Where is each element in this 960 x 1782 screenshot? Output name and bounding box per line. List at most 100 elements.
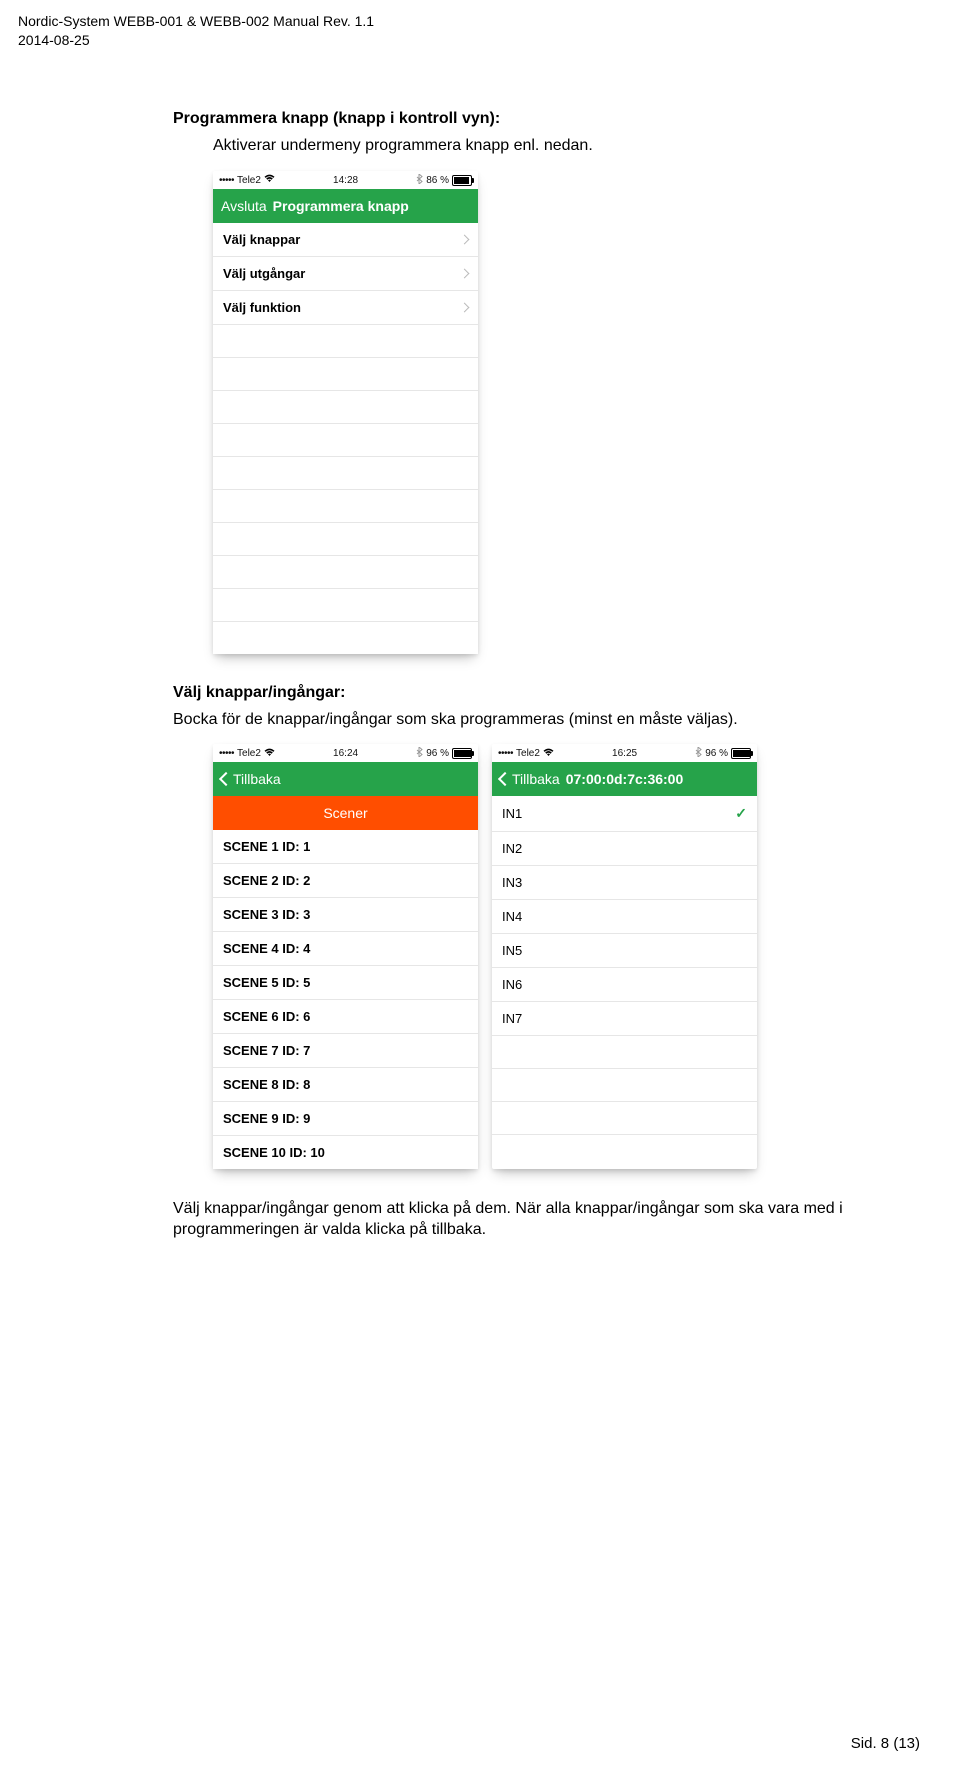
scene-row[interactable]: SCENE 2 ID: 2 [213,864,478,898]
check-icon: ✓ [735,805,747,822]
input-label: IN3 [502,875,522,890]
back-button[interactable]: Tillbaka [500,771,560,787]
row-label: Välj knappar [223,232,300,247]
section1-heading: Programmera knapp (knapp i kontroll vyn)… [173,110,912,128]
battery-pct: 96 % [426,748,449,759]
scene-row[interactable]: SCENE 1 ID: 1 [213,830,478,864]
empty-row [492,1069,757,1102]
scene-row[interactable]: SCENE 4 ID: 4 [213,932,478,966]
input-label: IN5 [502,943,522,958]
bluetooth-icon [695,747,702,760]
header-line-1: Nordic-System WEBB-001 & WEBB-002 Manual… [18,12,942,31]
empty-row [213,490,478,523]
scene-label: SCENE 6 ID: 6 [223,1009,310,1024]
scene-row[interactable]: SCENE 7 ID: 7 [213,1034,478,1068]
carrier-label: Tele2 [516,748,540,759]
back-button[interactable]: Tillbaka [221,771,281,787]
status-time: 16:24 [333,748,358,759]
scene-row[interactable]: SCENE 8 ID: 8 [213,1068,478,1102]
status-time: 16:25 [612,748,637,759]
scene-row[interactable]: SCENE 5 ID: 5 [213,966,478,1000]
nav-title: 07:00:0d:7c:36:00 [566,771,749,787]
bluetooth-icon [416,747,423,760]
row-valj-funktion[interactable]: Välj funktion [213,291,478,325]
status-bar: ••••• Tele2 16:25 96 % [492,744,757,762]
document-header: Nordic-System WEBB-001 & WEBB-002 Manual… [18,12,942,50]
input-row[interactable]: IN3 [492,866,757,900]
empty-row [213,622,478,654]
phone-scener: ••••• Tele2 16:24 96 % [213,744,478,1169]
input-label: IN2 [502,841,522,856]
scene-label: SCENE 4 ID: 4 [223,941,310,956]
empty-row [213,556,478,589]
battery-icon [452,175,472,186]
signal-dots-icon: ••••• [498,748,513,759]
chevron-right-icon [460,234,470,244]
row-label: Välj utgångar [223,266,305,281]
back-label: Tillbaka [233,771,281,787]
back-button[interactable]: Avsluta [221,198,267,214]
section3-body: Välj knappar/ingångar genom att klicka p… [173,1199,912,1241]
empty-row [213,358,478,391]
scene-row[interactable]: SCENE 10 ID: 10 [213,1136,478,1169]
row-label: Välj funktion [223,300,301,315]
empty-row [213,391,478,424]
empty-row [492,1102,757,1135]
screenshot-row: ••••• Tele2 16:24 96 % [213,744,912,1169]
empty-row [492,1135,757,1167]
scene-row[interactable]: SCENE 9 ID: 9 [213,1102,478,1136]
row-valj-knappar[interactable]: Välj knappar [213,223,478,257]
wifi-icon [543,748,554,760]
navbar: Tillbaka 07:00:0d:7c:36:00 [492,762,757,796]
battery-pct: 96 % [705,748,728,759]
navbar: Tillbaka [213,762,478,796]
input-row[interactable]: IN5 [492,934,757,968]
bluetooth-icon [416,174,423,187]
back-label: Tillbaka [512,771,560,787]
input-label: IN1 [502,806,522,821]
section2-heading: Välj knappar/ingångar: [173,684,912,702]
scener-header: Scener [213,796,478,830]
navbar: Avsluta Programmera knapp [213,189,478,223]
scene-label: SCENE 8 ID: 8 [223,1077,310,1092]
nav-title: Programmera knapp [273,198,470,214]
chevron-right-icon [460,268,470,278]
scene-row[interactable]: SCENE 6 ID: 6 [213,1000,478,1034]
scene-label: SCENE 2 ID: 2 [223,873,310,888]
input-label: IN7 [502,1011,522,1026]
input-label: IN4 [502,909,522,924]
input-row[interactable]: IN4 [492,900,757,934]
battery-pct: 86 % [426,175,449,186]
scene-label: SCENE 5 ID: 5 [223,975,310,990]
empty-row [213,424,478,457]
chevron-left-icon [219,772,233,786]
empty-row [213,325,478,358]
input-row[interactable]: IN7 [492,1002,757,1036]
empty-row [213,457,478,490]
wifi-icon [264,748,275,760]
scene-label: SCENE 1 ID: 1 [223,839,310,854]
input-row[interactable]: IN2 [492,832,757,866]
header-line-2: 2014-08-25 [18,31,942,50]
phone-programmera: ••••• Tele2 14:28 86 % [213,171,478,654]
document-content: Programmera knapp (knapp i kontroll vyn)… [173,110,912,1241]
input-row[interactable]: IN1 ✓ [492,796,757,832]
input-row[interactable]: IN6 [492,968,757,1002]
empty-row [492,1036,757,1069]
scene-row[interactable]: SCENE 3 ID: 3 [213,898,478,932]
signal-dots-icon: ••••• [219,748,234,759]
section2-body: Bocka för de knappar/ingångar som ska pr… [173,710,912,731]
carrier-label: Tele2 [237,748,261,759]
page-footer: Sid. 8 (13) [851,1735,920,1752]
section1-body: Aktiverar undermeny programmera knapp en… [213,136,912,157]
signal-dots-icon: ••••• [219,175,234,186]
phone-inputs: ••••• Tele2 16:25 96 % [492,744,757,1169]
chevron-right-icon [460,302,470,312]
battery-icon [731,748,751,759]
wifi-icon [264,174,275,186]
chevron-left-icon [498,772,512,786]
battery-icon [452,748,472,759]
row-valj-utgangar[interactable]: Välj utgångar [213,257,478,291]
screenshot-1: ••••• Tele2 14:28 86 % [213,171,912,654]
empty-row [213,589,478,622]
